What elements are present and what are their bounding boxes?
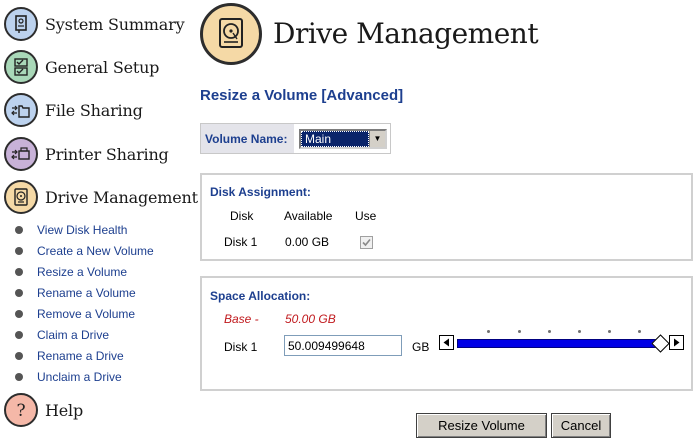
- svg-text:?: ?: [16, 401, 25, 421]
- slider-thumb[interactable]: [651, 334, 670, 353]
- nav-drive-management[interactable]: Drive Management: [4, 178, 198, 216]
- bullet-icon: [15, 372, 23, 381]
- cancel-button[interactable]: Cancel: [551, 413, 611, 438]
- disk-row-available: 0.00 GB: [285, 235, 330, 249]
- bullet-icon: [15, 330, 23, 339]
- slider-tick: [518, 330, 521, 333]
- allocation-disk-label: Disk 1: [224, 340, 258, 354]
- use-checkbox[interactable]: [360, 236, 373, 249]
- link-rename-volume[interactable]: Rename a Volume: [37, 286, 136, 300]
- submenu-item: Create a New Volume: [15, 240, 154, 261]
- submenu-item: Rename a Volume: [15, 282, 154, 303]
- bullet-icon: [15, 288, 23, 297]
- bullet-icon: [15, 225, 23, 234]
- nav-system-summary[interactable]: System Summary: [4, 5, 185, 43]
- bullet-icon: [15, 351, 23, 360]
- nav-file-sharing[interactable]: File Sharing: [4, 91, 143, 129]
- bullet-icon: [15, 267, 23, 276]
- nav-printer-sharing[interactable]: Printer Sharing: [4, 135, 169, 173]
- resize-volume-button[interactable]: Resize Volume: [416, 413, 547, 438]
- disk-assignment-title: Disk Assignment:: [210, 185, 311, 199]
- folder-share-icon: [4, 93, 38, 127]
- slider-tick: [548, 330, 551, 333]
- nav-label: Printer Sharing: [45, 144, 169, 164]
- checklist-icon: [4, 50, 38, 84]
- nav-label: General Setup: [45, 57, 160, 77]
- base-label: Base -: [224, 312, 259, 326]
- nav-help[interactable]: ? Help: [4, 391, 83, 429]
- submenu-item: Claim a Drive: [15, 324, 154, 345]
- volume-select-wrapper: Main ▼: [294, 124, 390, 153]
- disk-assignment-box: Disk Assignment: Disk Available Use Disk…: [200, 173, 693, 261]
- nav-general-setup[interactable]: General Setup: [4, 48, 159, 86]
- slider-tick: [487, 330, 490, 333]
- link-unclaim-drive[interactable]: Unclaim a Drive: [37, 370, 122, 384]
- submenu-item: Remove a Volume: [15, 303, 154, 324]
- disk-row-name: Disk 1: [224, 235, 258, 249]
- column-header-available: Available: [284, 209, 333, 223]
- link-create-new-volume[interactable]: Create a New Volume: [37, 244, 154, 258]
- allocation-gb-input[interactable]: 50.009499648: [284, 335, 402, 356]
- bullet-icon: [15, 246, 23, 255]
- link-view-disk-health[interactable]: View Disk Health: [37, 223, 127, 237]
- nav-label: Drive Management: [45, 187, 198, 207]
- slider-track[interactable]: [457, 339, 659, 348]
- slider-tick: [578, 330, 581, 333]
- space-allocation-title: Space Allocation:: [210, 289, 311, 303]
- arrow-left-icon: [443, 338, 449, 347]
- bullet-icon: [15, 309, 23, 318]
- link-resize-volume[interactable]: Resize a Volume: [37, 265, 127, 279]
- hard-drive-icon: [4, 180, 38, 214]
- printer-share-icon: [4, 137, 38, 171]
- column-header-use: Use: [355, 209, 377, 223]
- slider-tick: [638, 330, 641, 333]
- base-value: 50.00 GB: [285, 312, 336, 326]
- slider-tick: [608, 330, 611, 333]
- arrow-right-icon: [674, 338, 680, 347]
- system-summary-icon: [4, 7, 38, 41]
- slider-right-button[interactable]: [669, 335, 684, 350]
- volume-select[interactable]: Main ▼: [299, 128, 387, 149]
- volume-name-row: Volume Name: Main ▼: [200, 123, 391, 154]
- submenu-item: Unclaim a Drive: [15, 366, 154, 387]
- section-title: Resize a Volume [Advanced]: [200, 87, 404, 104]
- link-rename-drive[interactable]: Rename a Drive: [37, 349, 124, 363]
- submenu-item: Rename a Drive: [15, 345, 154, 366]
- link-claim-drive[interactable]: Claim a Drive: [37, 328, 109, 342]
- space-allocation-box: Space Allocation: Base - 50.00 GB Disk 1…: [200, 276, 693, 391]
- checkmark-icon: [362, 238, 371, 247]
- column-header-disk: Disk: [230, 209, 254, 223]
- hard-drive-icon: [200, 3, 262, 65]
- chevron-down-icon[interactable]: ▼: [369, 130, 385, 147]
- submenu-item: View Disk Health: [15, 219, 154, 240]
- nav-label: Help: [45, 400, 83, 420]
- page-title: Drive Management: [273, 17, 539, 50]
- drive-management-submenu: View Disk Health Create a New Volume Res…: [15, 219, 154, 387]
- volume-selected-value: Main: [301, 130, 369, 147]
- question-mark-icon: ?: [4, 393, 38, 427]
- allocation-unit-label: GB: [412, 340, 430, 354]
- nav-label: System Summary: [45, 14, 185, 34]
- slider-left-button[interactable]: [439, 335, 454, 350]
- link-remove-volume[interactable]: Remove a Volume: [37, 307, 135, 321]
- submenu-item: Resize a Volume: [15, 261, 154, 282]
- volume-name-label: Volume Name:: [201, 124, 294, 153]
- nav-label: File Sharing: [45, 100, 143, 120]
